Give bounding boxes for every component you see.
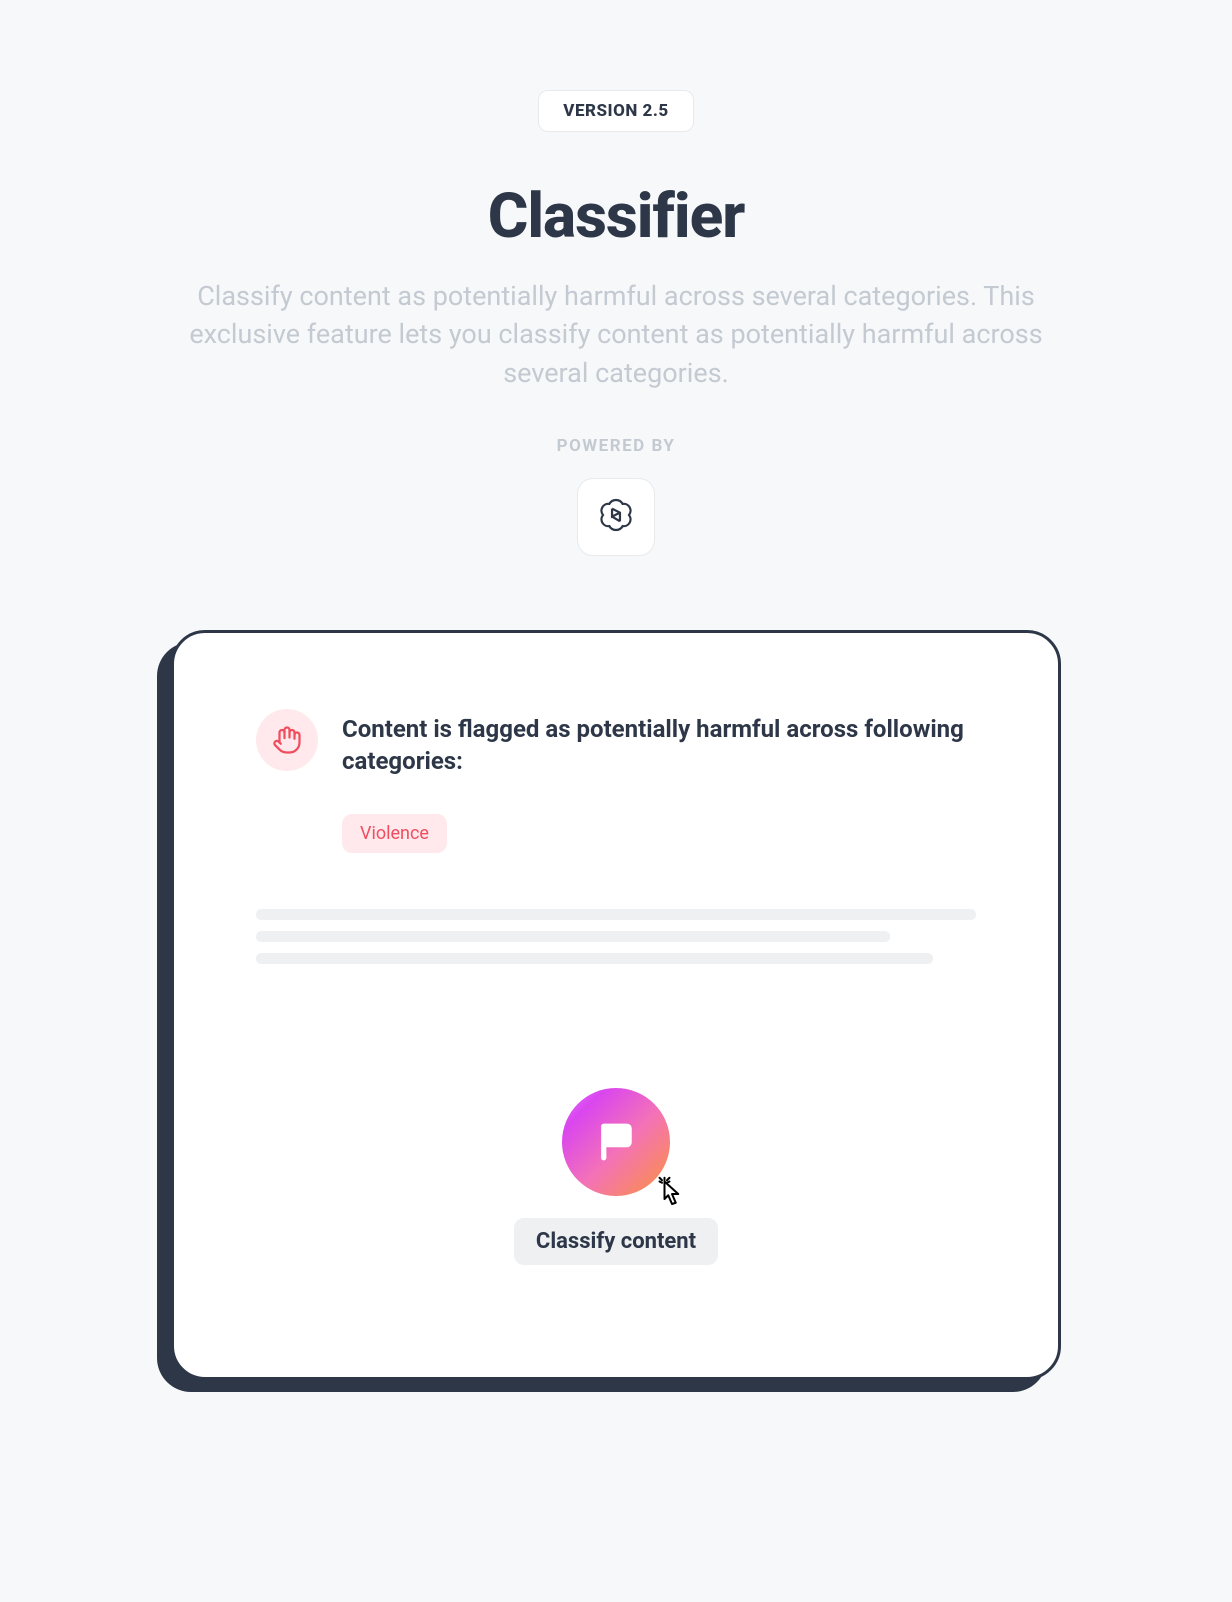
openai-logo-box <box>577 478 655 556</box>
flag-row: Content is flagged as potentially harmfu… <box>256 709 976 778</box>
result-card: Content is flagged as potentially harmfu… <box>171 630 1061 1380</box>
placeholder-line <box>256 931 890 942</box>
classify-button-label: Classify content <box>514 1218 718 1265</box>
page-container: VERSION 2.5 Classifier Classify content … <box>70 90 1162 1380</box>
placeholder-text <box>256 909 976 964</box>
openai-logo-icon <box>597 496 635 538</box>
placeholder-line <box>256 953 933 964</box>
cursor-pointer-icon <box>652 1174 692 1214</box>
flag-icon <box>595 1121 637 1163</box>
version-badge: VERSION 2.5 <box>538 90 693 132</box>
action-area: Classify content <box>256 1088 976 1265</box>
category-tags: Violence <box>342 814 976 853</box>
placeholder-line <box>256 909 976 920</box>
powered-by-label: POWERED BY <box>557 436 676 456</box>
card-wrapper: Content is flagged as potentially harmfu… <box>171 630 1061 1380</box>
page-description: Classify content as potentially harmful … <box>166 277 1066 392</box>
category-tag: Violence <box>342 814 447 853</box>
page-title: Classifier <box>488 180 745 253</box>
classify-button[interactable] <box>562 1088 670 1196</box>
flag-message: Content is flagged as potentially harmfu… <box>342 709 976 778</box>
hand-stop-icon <box>256 709 318 771</box>
